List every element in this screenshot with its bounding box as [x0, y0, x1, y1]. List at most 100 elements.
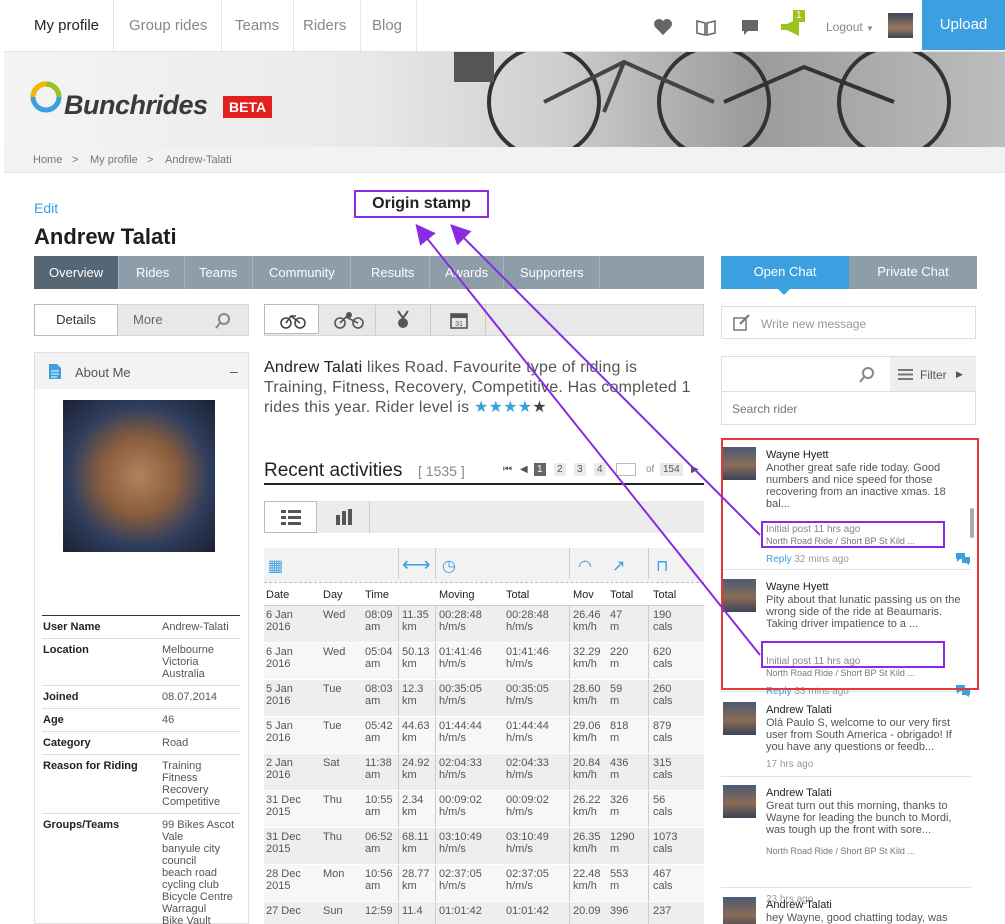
column-divider	[648, 643, 649, 679]
tab-community[interactable]: Community	[254, 256, 351, 289]
tab-private-chat[interactable]: Private Chat	[849, 256, 977, 289]
table-cell: 59 m	[610, 683, 623, 707]
collapse-icon[interactable]: –	[230, 363, 238, 379]
column-header[interactable]: Moving	[439, 589, 474, 601]
table-row[interactable]: 28 Dec 2015 Mon 10:56 am 28.77 km 02:37:05 h…	[264, 865, 704, 902]
tab-teams[interactable]: Teams	[184, 256, 254, 289]
filter-button[interactable]: Filter ▶	[890, 357, 976, 391]
table-cell: 879 cals	[653, 720, 673, 744]
first-page-icon[interactable]: ⏮	[500, 463, 515, 476]
post-author[interactable]: Andrew Talati	[766, 787, 832, 799]
table-cell: Tue	[323, 683, 342, 695]
tab-awards[interactable]: Awards	[430, 256, 505, 289]
column-header[interactable]: Date	[266, 589, 289, 601]
breadcrumb-separator: >	[147, 154, 154, 166]
notifications[interactable]: 1	[779, 10, 809, 38]
new-message-input[interactable]: Write new message	[721, 306, 976, 339]
column-divider	[648, 902, 649, 924]
tab-open-chat[interactable]: Open Chat	[721, 256, 849, 289]
chat-post[interactable]: Andrew Talati hey Wayne, good chatting to…	[721, 890, 971, 924]
next-page-icon[interactable]: ▶	[688, 463, 702, 476]
ride-type-medal[interactable]	[376, 305, 431, 335]
column-header[interactable]: Total	[506, 589, 529, 601]
table-row[interactable]: 2 Jan 2016 Sat 11:38 am 24.92 km 02:04:33 h/…	[264, 754, 704, 791]
table-row[interactable]: 31 Dec 2015 Thu 06:52 am 68.11 km 03:10:49 h…	[264, 828, 704, 865]
logout-menu[interactable]: Logout ▼	[826, 0, 874, 52]
page-jump-input[interactable]	[616, 463, 636, 476]
table-row[interactable]: 31 Dec 2015 Thu 10:55 am 2.34 km 00:09:02 h/…	[264, 791, 704, 828]
chat-bubble-icon[interactable]	[739, 16, 761, 38]
breadcrumb-home[interactable]: Home	[33, 154, 62, 166]
post-author[interactable]: Andrew Talati	[766, 704, 832, 716]
more-button[interactable]: More	[133, 312, 163, 327]
table-cell: 6 Jan 2016	[266, 609, 293, 633]
nav-teams[interactable]: Teams	[221, 0, 295, 52]
search-rider-input[interactable]: Search rider	[722, 391, 975, 425]
avatar[interactable]	[723, 897, 756, 924]
column-header[interactable]: Time	[365, 589, 389, 601]
page-3[interactable]: 3	[574, 463, 586, 476]
heart-icon[interactable]	[652, 16, 674, 38]
tab-overview[interactable]: Overview	[34, 256, 120, 289]
nav-blog[interactable]: Blog	[358, 0, 418, 52]
ride-type-group[interactable]	[321, 305, 376, 335]
table-row[interactable]: 6 Jan 2016 Wed 05:04 am 50.13 km 01:41:46 h/…	[264, 643, 704, 680]
filter-label: Filter	[920, 368, 947, 382]
column-divider	[398, 606, 399, 642]
chat-post[interactable]: Andrew Talati Olá Paulo S, welcome to our…	[721, 695, 971, 777]
column-header[interactable]: Mov	[573, 589, 594, 601]
about-me-header[interactable]: About Me –	[35, 353, 248, 389]
table-cell: 10:56 am	[365, 868, 393, 892]
page-1[interactable]: 1	[534, 463, 546, 476]
avatar[interactable]	[723, 785, 756, 818]
page-4[interactable]: 4	[594, 463, 606, 476]
column-divider	[648, 754, 649, 790]
ride-type-single[interactable]	[264, 304, 319, 334]
table-row[interactable]: 5 Jan 2016 Tue 05:42 am 44.63 km 01:44:44 h/…	[264, 717, 704, 754]
avatar[interactable]	[723, 702, 756, 735]
table-cell: 20.84 km/h	[573, 757, 601, 781]
chat-post[interactable]: Andrew Talati Great turn out this morning…	[721, 778, 971, 905]
tab-results[interactable]: Results	[356, 256, 431, 289]
new-message-placeholder: Write new message	[761, 317, 867, 331]
bio-rider-name[interactable]: Andrew Talati	[264, 359, 362, 376]
prev-page-icon[interactable]: ◀	[517, 463, 531, 476]
table-row[interactable]: 27 Dec Sun 12:59 11.4 01:01:42 01:01:42 20.09 3…	[264, 902, 704, 924]
column-divider	[398, 902, 399, 924]
book-icon[interactable]	[695, 16, 717, 38]
user-avatar[interactable]	[888, 13, 913, 38]
table-cell: 02:37:05 h/m/s	[439, 868, 482, 892]
post-origin-ride[interactable]: North Road Ride / Short BP St Kild ...	[766, 846, 915, 856]
details-button[interactable]: Details	[34, 304, 118, 336]
tab-rides[interactable]: Rides	[121, 256, 186, 289]
ride-type-calendar[interactable]: 31	[431, 305, 486, 335]
nav-riders[interactable]: Riders	[289, 0, 362, 52]
list-view-button[interactable]	[264, 501, 317, 533]
search-icon[interactable]	[858, 366, 876, 384]
column-divider	[435, 680, 436, 716]
search-icon[interactable]	[214, 312, 232, 330]
column-header[interactable]: Total	[610, 589, 633, 601]
table-row[interactable]: 6 Jan 2016 Wed 08:09 am 11.35 km 00:28:48 h/…	[264, 606, 704, 643]
nav-my-profile[interactable]: My profile	[20, 0, 115, 52]
column-divider	[569, 828, 570, 864]
info-label: User Name	[43, 621, 101, 633]
chart-view-button[interactable]	[317, 501, 370, 533]
breadcrumb-my-profile[interactable]: My profile	[90, 154, 138, 166]
nav-group-rides[interactable]: Group rides	[115, 0, 223, 52]
column-header[interactable]: Total	[653, 589, 676, 601]
ride-type-bar: 31	[264, 304, 704, 336]
post-author[interactable]: Andrew Talati	[766, 899, 832, 911]
edit-link[interactable]: Edit	[34, 200, 58, 216]
page-2[interactable]: 2	[554, 463, 566, 476]
upload-button[interactable]: Upload	[922, 0, 1005, 50]
column-header[interactable]: Day	[323, 589, 343, 601]
info-label: Joined	[43, 691, 79, 703]
table-cell: 12:59	[365, 905, 393, 917]
profile-photo	[63, 400, 215, 552]
table-row[interactable]: 5 Jan 2016 Tue 08:03 am 12.3 km 00:35:05 h/m…	[264, 680, 704, 717]
table-cell: 02:04:33 h/m/s	[506, 757, 549, 781]
breadcrumb-separator: >	[72, 154, 79, 166]
tab-supporters[interactable]: Supporters	[505, 256, 600, 289]
svg-text:31: 31	[455, 321, 463, 328]
